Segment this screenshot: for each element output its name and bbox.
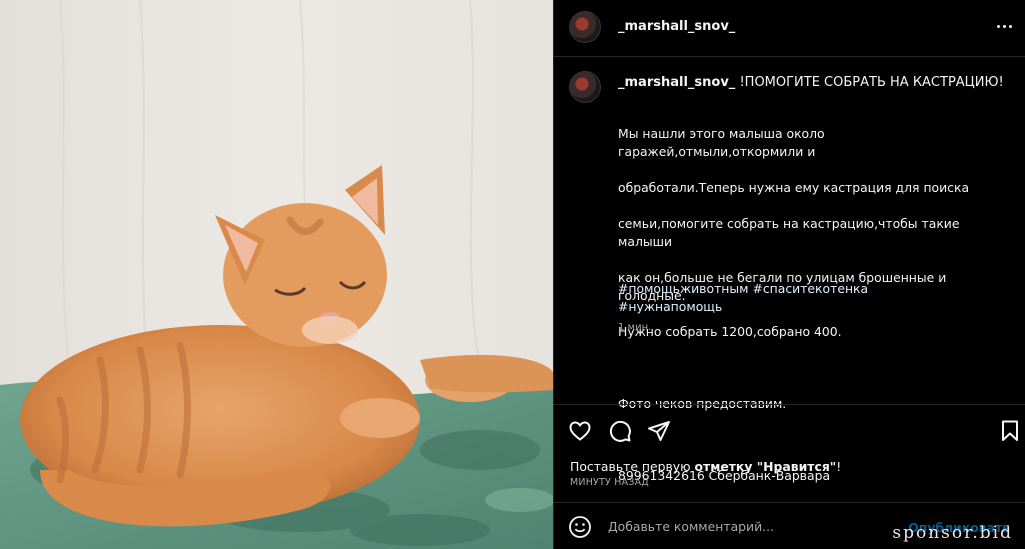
caption-username[interactable]: _marshall_snov_ — [618, 75, 735, 90]
comment-input[interactable] — [608, 516, 908, 536]
likes-prefix: Поставьте первую — [570, 459, 695, 474]
hashtags: #помощьживотным #спаситекотенка #нужнапо… — [618, 280, 868, 316]
hashtag-link[interactable]: #нужнапомощь — [618, 298, 868, 316]
bookmark-icon[interactable] — [998, 419, 1022, 443]
post-timestamp: МИНУТУ НАЗАД — [570, 477, 649, 488]
likes-suffix: ! — [836, 459, 842, 474]
watermark: sponsor.bid — [892, 523, 1013, 543]
caption-avatar[interactable] — [569, 71, 601, 103]
post-header: _marshall_snov_ — [554, 0, 1025, 57]
avatar[interactable] — [569, 11, 601, 43]
likes-prompt: Поставьте первую отметку "Нравится"! — [570, 459, 841, 474]
caption-line: ​ — [618, 359, 1010, 377]
caption-line: обработали.Теперь нужна ему кастрация дл… — [618, 180, 970, 195]
caption-title: !ПОМОГИТЕ СОБРАТЬ НА КАСТРАЦИЮ! — [739, 75, 1004, 90]
likes-link[interactable]: отметку "Нравится" — [695, 459, 837, 474]
caption-line: семьи,помогите собрать на кастрацию,чтоб… — [618, 216, 960, 249]
hashtag-link[interactable]: #помощьживотным #спаситекотенка — [618, 280, 868, 298]
send-icon[interactable] — [647, 419, 671, 443]
heart-icon[interactable] — [568, 419, 592, 443]
caption-header: _marshall_snov_ !ПОМОГИТЕ СОБРАТЬ НА КАС… — [618, 74, 1008, 92]
post-details-panel: _marshall_snov_ _marshall_snov_ !ПОМОГИТ… — [553, 0, 1025, 549]
post-caption: _marshall_snov_ !ПОМОГИТЕ СОБРАТЬ НА КАС… — [554, 57, 1025, 483]
caption-line: Мы нашли этого малыша около гаражей,отмы… — [618, 126, 825, 159]
post-photo[interactable] — [0, 0, 553, 549]
comment-icon[interactable] — [608, 419, 632, 443]
action-bar — [554, 404, 1025, 454]
kitten-photo — [0, 0, 553, 549]
caption-line: Нужно собрать 1200,собрано 400. — [618, 324, 842, 339]
header-username[interactable]: _marshall_snov_ — [618, 19, 735, 34]
emoji-icon[interactable] — [568, 515, 592, 539]
caption-timestamp: 1 мин. — [618, 322, 652, 333]
more-options-icon[interactable] — [992, 14, 1016, 38]
